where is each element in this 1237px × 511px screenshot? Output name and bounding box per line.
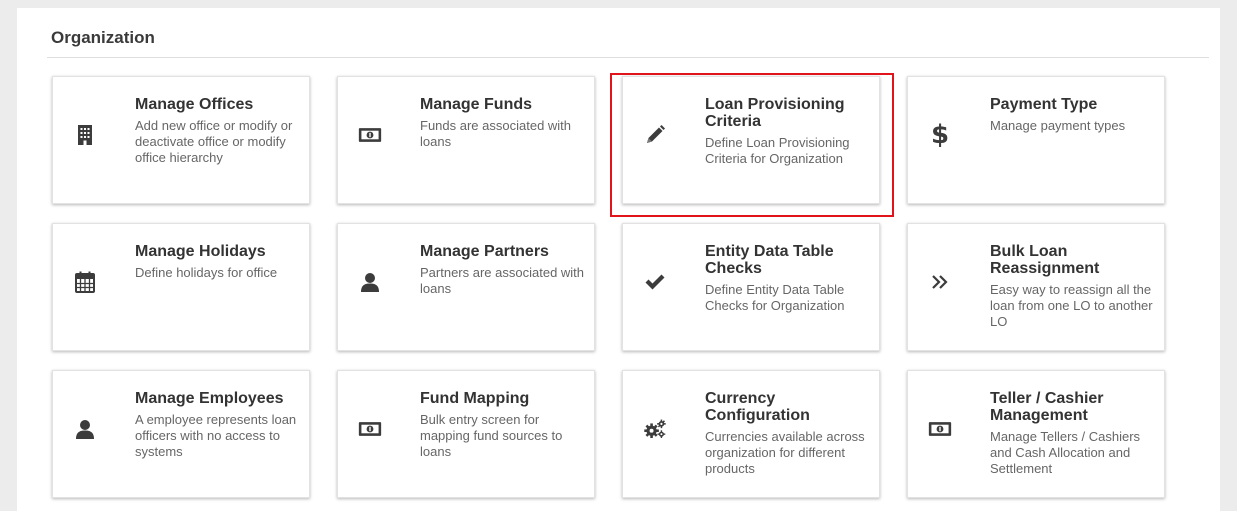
- card-title: Manage Offices: [135, 96, 254, 113]
- card-description: Define Entity Data Table Checks for Orga…: [705, 282, 845, 313]
- calendar-icon: [73, 270, 97, 294]
- card-manage-employees[interactable]: Manage Employees A employee represents l…: [52, 370, 310, 498]
- card-manage-holidays[interactable]: Manage Holidays Define holidays for offi…: [52, 223, 310, 351]
- card-description: Define Loan Provisioning Criteria for Or…: [705, 135, 850, 166]
- card-manage-offices[interactable]: Manage Offices Add new office or modify …: [52, 76, 310, 204]
- card-title: Manage Employees: [135, 390, 284, 407]
- money-icon: [358, 123, 382, 147]
- card-teller-cashier-management[interactable]: Teller / Cashier Management Manage Telle…: [907, 370, 1165, 498]
- money-icon: [358, 417, 382, 441]
- card-payment-type[interactable]: $ Payment Type Manage payment types: [907, 76, 1165, 204]
- card-description: Partners are associated with loans: [420, 265, 585, 296]
- user-icon: [73, 417, 97, 441]
- section-title: Organization: [51, 28, 155, 47]
- card-description: A employee represents loan officers with…: [135, 412, 297, 459]
- card-currency-configuration[interactable]: Currency Configuration Currencies availa…: [622, 370, 880, 498]
- card-entity-data-table-checks[interactable]: Entity Data Table Checks Define Entity D…: [622, 223, 880, 351]
- card-description: Bulk entry screen for mapping fund sourc…: [420, 412, 563, 459]
- card-manage-funds[interactable]: Manage Funds Funds are associated with l…: [337, 76, 595, 204]
- card-title: Bulk Loan Reassignment: [990, 243, 1100, 277]
- pencil-icon: [643, 123, 667, 147]
- card-title: Manage Funds: [420, 96, 533, 113]
- card-loan-provisioning-criteria[interactable]: Loan Provisioning Criteria Define Loan P…: [622, 76, 880, 204]
- gears-icon: [643, 417, 667, 441]
- card-manage-partners[interactable]: Manage Partners Partners are associated …: [337, 223, 595, 351]
- card-description: Easy way to reassign all the loan from o…: [990, 282, 1153, 329]
- card-description: Define holidays for office: [135, 265, 278, 280]
- card-fund-mapping[interactable]: Fund Mapping Bulk entry screen for mappi…: [337, 370, 595, 498]
- dollar-icon: $: [930, 120, 950, 150]
- card-description: Add new office or modify or deactivate o…: [135, 118, 293, 165]
- card-title: Teller / Cashier Management: [990, 390, 1104, 424]
- check-icon: [643, 270, 667, 294]
- card-title: Entity Data Table Checks: [705, 243, 834, 277]
- card-title: Loan Provisioning Criteria: [705, 96, 845, 130]
- card-title: Payment Type: [990, 96, 1098, 113]
- card-description: Currencies available across organization…: [705, 429, 865, 476]
- card-bulk-loan-reassignment[interactable]: Bulk Loan Reassignment Easy way to reass…: [907, 223, 1165, 351]
- card-description: Manage Tellers / Cashiers and Cash Alloc…: [990, 429, 1141, 476]
- user-icon: [358, 270, 382, 294]
- card-title: Fund Mapping: [420, 390, 530, 407]
- card-description: Funds are associated with loans: [420, 118, 572, 149]
- card-title: Currency Configuration: [705, 390, 810, 424]
- card-description: Manage payment types: [990, 118, 1126, 133]
- card-title: Manage Holidays: [135, 243, 266, 260]
- title-divider: [47, 57, 1209, 58]
- double-chevron-right-icon: [928, 270, 952, 294]
- card-title: Manage Partners: [420, 243, 549, 260]
- building-icon: [73, 123, 97, 147]
- money-icon: [928, 417, 952, 441]
